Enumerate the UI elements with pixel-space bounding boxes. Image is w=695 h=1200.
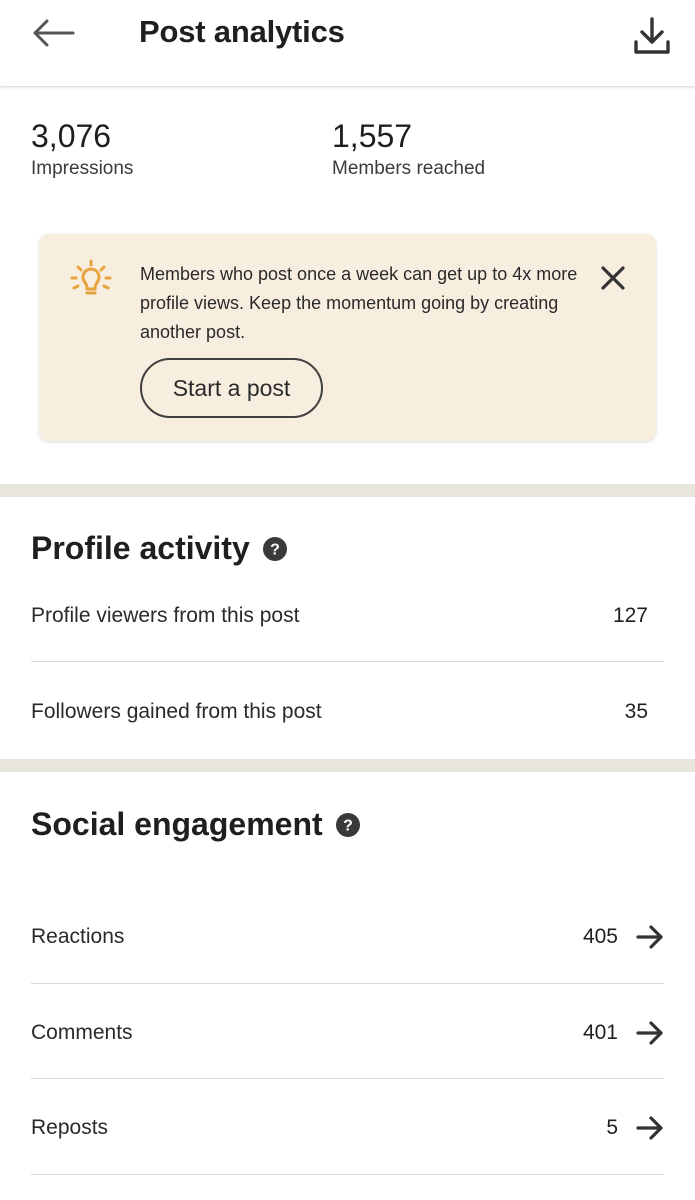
profile-activity-title: Profile activity	[31, 530, 250, 566]
page-title: Post analytics	[139, 14, 345, 49]
download-icon	[634, 17, 670, 54]
help-icon[interactable]: ?	[335, 812, 361, 838]
impressions-value: 3,076	[31, 118, 112, 154]
close-icon	[601, 266, 625, 290]
social-engagement-section: Social engagement ?	[31, 806, 361, 843]
members-reached-stat: 1,557 Members reached	[332, 118, 485, 180]
row-value: 401	[582, 1021, 618, 1044]
arrow-right-icon	[636, 1019, 664, 1047]
lightbulb-icon	[70, 259, 112, 295]
row-label: Profile viewers from this post	[31, 604, 300, 627]
row-label: Reposts	[31, 1116, 109, 1139]
arrow-right-icon	[636, 1114, 664, 1142]
members-reached-label: Members reached	[332, 158, 486, 179]
posting-tip-card: Members who post once a week can get up …	[39, 234, 656, 441]
arrow-left-icon	[33, 19, 75, 47]
impressions-label: Impressions	[31, 158, 134, 179]
download-button[interactable]	[630, 12, 674, 60]
row-label: Reactions	[31, 925, 125, 948]
section-divider	[0, 759, 695, 772]
top-app-bar: Post analytics	[0, 0, 695, 86]
section-divider	[0, 484, 695, 497]
row-value: 5	[606, 1116, 618, 1139]
row-divider	[31, 661, 664, 662]
impressions-stat: 3,076 Impressions	[31, 118, 133, 180]
svg-text:?: ?	[343, 817, 353, 834]
reactions-row[interactable]: Reactions 405	[31, 921, 664, 953]
comments-row[interactable]: Comments 401	[31, 1017, 664, 1049]
reposts-row[interactable]: Reposts 5	[31, 1112, 664, 1144]
members-reached-value: 1,557	[332, 118, 413, 154]
row-label: Comments	[31, 1021, 133, 1044]
row-divider	[31, 1078, 664, 1079]
profile-viewers-row: Profile viewers from this post 127	[31, 600, 664, 632]
row-divider	[31, 1174, 664, 1175]
followers-gained-row: Followers gained from this post 35	[31, 696, 664, 728]
start-a-post-button[interactable]: Start a post	[140, 358, 323, 418]
social-engagement-title: Social engagement	[31, 806, 323, 842]
row-value: 127	[612, 604, 648, 627]
row-value: 35	[624, 700, 648, 723]
tip-message: Members who post once a week can get up …	[140, 264, 578, 342]
row-value: 405	[582, 925, 618, 948]
help-icon[interactable]: ?	[262, 536, 288, 562]
profile-activity-section: Profile activity ?	[31, 530, 288, 567]
svg-text:?: ?	[270, 541, 280, 558]
dismiss-tip-button[interactable]	[595, 260, 631, 296]
row-label: Followers gained from this post	[31, 700, 322, 723]
arrow-right-icon	[636, 923, 664, 951]
row-divider	[31, 983, 664, 984]
back-button[interactable]	[26, 10, 80, 56]
